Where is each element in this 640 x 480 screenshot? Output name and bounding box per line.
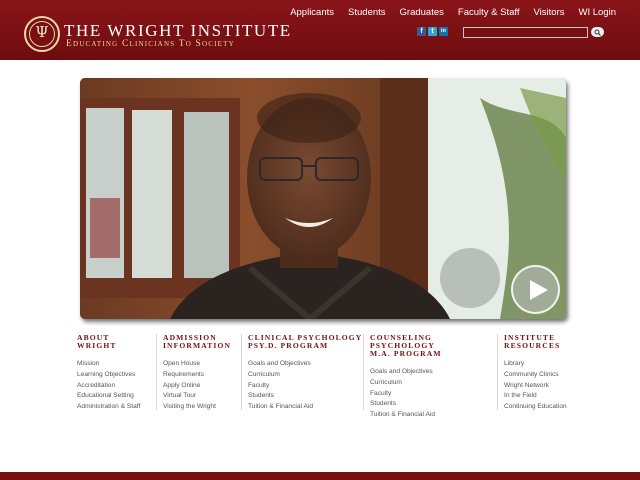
- site-title[interactable]: The Wright Institute: [64, 21, 292, 41]
- link-list: Mission Learning Objectives Accreditatio…: [77, 359, 155, 413]
- list-item[interactable]: In the Field: [504, 391, 577, 402]
- seal-psi-symbol: Ψ: [35, 23, 49, 41]
- link-list: Open House Requirements Apply Online Vir…: [163, 359, 241, 413]
- footer-bar: [0, 472, 640, 480]
- institute-seal-logo[interactable]: Ψ: [24, 16, 60, 52]
- nav-link-wi-login[interactable]: WI Login: [579, 7, 617, 18]
- list-item[interactable]: Requirements: [163, 370, 241, 381]
- top-navigation: Applicants Students Graduates Faculty & …: [290, 7, 616, 18]
- list-item[interactable]: Learning Objectives: [77, 370, 155, 381]
- column-admission-information: Admission Information Open House Require…: [156, 334, 241, 410]
- site-tagline: Educating Clinicians To Society: [66, 39, 235, 49]
- list-item[interactable]: Accreditation: [77, 381, 155, 392]
- twitter-icon[interactable]: t: [428, 27, 437, 36]
- program-links: About Wright Mission Learning Objectives…: [77, 333, 577, 419]
- column-counseling-psychology: Counseling Psychology M.A. Program Goals…: [363, 333, 498, 418]
- list-item[interactable]: Curriculum: [370, 378, 498, 389]
- list-item[interactable]: Wright Network: [504, 381, 577, 392]
- nav-link-students[interactable]: Students: [348, 7, 386, 18]
- list-item[interactable]: Curriculum: [248, 370, 363, 381]
- search-input[interactable]: [463, 27, 588, 38]
- column-institute-resources: Institute Resources Library Community Cl…: [497, 334, 577, 410]
- list-item[interactable]: Tuition & Financial Aid: [248, 402, 363, 413]
- list-item[interactable]: Tuition & Financial Aid: [370, 410, 498, 421]
- column-heading: Admission Information: [163, 333, 232, 350]
- hero-video[interactable]: [80, 78, 566, 319]
- play-icon: [530, 280, 548, 300]
- list-item[interactable]: Mission: [77, 359, 155, 370]
- link-list: Library Community Clinics Wright Network…: [504, 359, 577, 413]
- search-icon: [594, 29, 601, 36]
- linkedin-icon[interactable]: in: [439, 27, 448, 36]
- list-item[interactable]: Community Clinics: [504, 370, 577, 381]
- list-item[interactable]: Faculty: [248, 381, 363, 392]
- column-clinical-psychology: Clinical Psychology Psy.D. Program Goals…: [241, 334, 363, 410]
- facebook-icon[interactable]: f: [417, 27, 426, 36]
- list-item[interactable]: Goals and Objectives: [248, 359, 363, 370]
- play-button[interactable]: [511, 265, 560, 314]
- list-item[interactable]: Virtual Tour: [163, 391, 241, 402]
- list-item[interactable]: Open House: [163, 359, 241, 370]
- search-button[interactable]: [591, 27, 604, 37]
- nav-link-faculty-staff[interactable]: Faculty & Staff: [458, 7, 520, 18]
- list-item[interactable]: Apply Online: [163, 381, 241, 392]
- list-item[interactable]: Students: [370, 399, 498, 410]
- link-list: Goals and Objectives Curriculum Faculty …: [248, 359, 363, 413]
- link-list: Goals and Objectives Curriculum Faculty …: [370, 367, 498, 421]
- list-item[interactable]: Library: [504, 359, 577, 370]
- list-item[interactable]: Visiting the Wright: [163, 402, 241, 413]
- column-heading: Counseling Psychology M.A. Program: [370, 333, 442, 358]
- column-heading: Institute Resources: [504, 333, 561, 350]
- list-item[interactable]: Administration & Staff: [77, 402, 155, 413]
- list-item[interactable]: Continuing Education: [504, 402, 577, 413]
- column-heading: Clinical Psychology Psy.D. Program: [248, 333, 363, 350]
- list-item[interactable]: Students: [248, 391, 363, 402]
- site-header: Ψ The Wright Institute Educating Clinici…: [0, 0, 640, 60]
- nav-link-visitors[interactable]: Visitors: [534, 7, 565, 18]
- column-about-wright: About Wright Mission Learning Objectives…: [77, 333, 155, 413]
- nav-link-graduates[interactable]: Graduates: [400, 7, 444, 18]
- list-item[interactable]: Faculty: [370, 389, 498, 400]
- column-heading: About Wright: [77, 333, 117, 350]
- nav-link-applicants[interactable]: Applicants: [290, 7, 334, 18]
- social-links: f t in: [417, 27, 448, 36]
- list-item[interactable]: Goals and Objectives: [370, 367, 498, 378]
- hero-photo: [80, 78, 566, 319]
- list-item[interactable]: Educational Setting: [77, 391, 155, 402]
